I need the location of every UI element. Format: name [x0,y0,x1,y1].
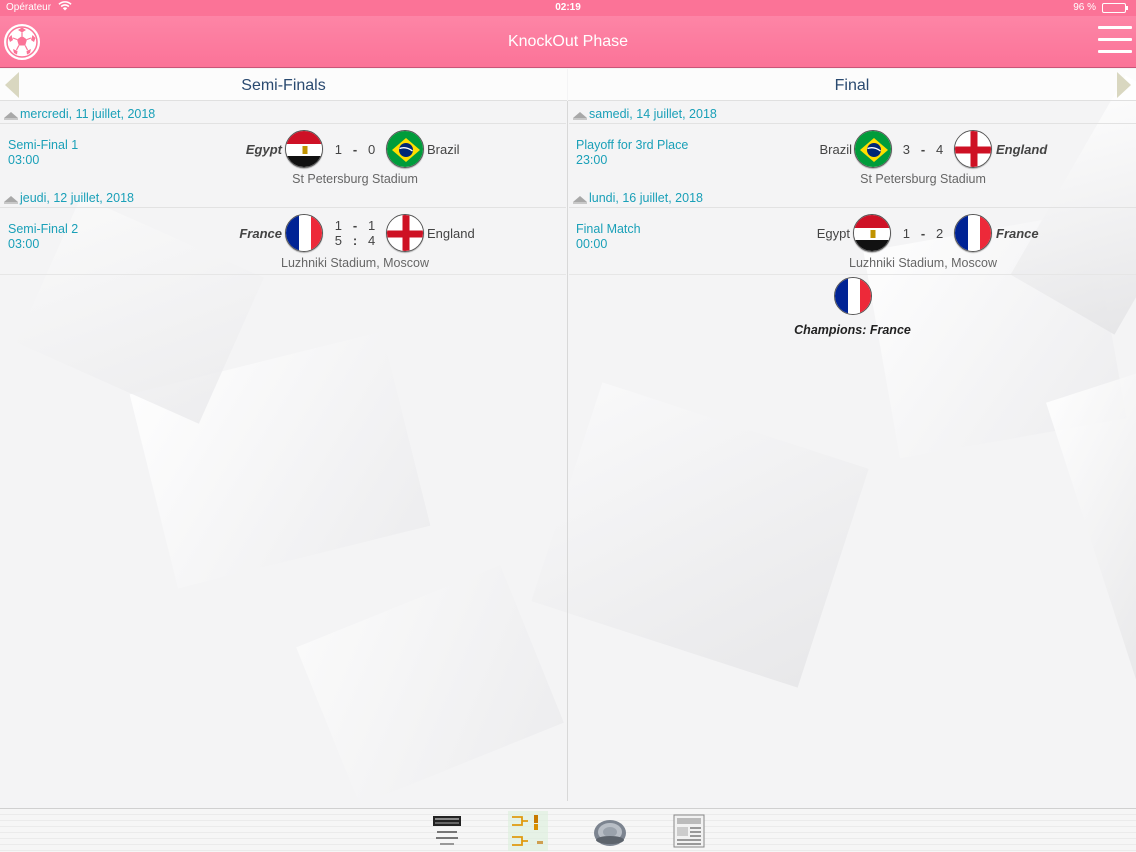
bottom-tab-bar [0,808,1136,852]
france-flag-icon [833,277,872,315]
hamburger-menu-icon[interactable] [1098,26,1132,56]
stadium-name: Luzhniki Stadium, Moscow [849,256,997,270]
date-header[interactable]: mercredi, 11 juillet, 2018 [0,106,566,124]
champion-label: Champions: France [794,323,911,337]
score: 1 - 0 [334,142,376,157]
home-team: Brazil [819,142,852,157]
column-title: Final [834,77,870,94]
date-header[interactable]: jeudi, 12 juillet, 2018 [0,190,566,208]
collapse-triangle-icon [573,112,587,120]
match-name: Final Match 00:00 [576,222,641,251]
home-team: Egypt [245,142,282,157]
home-team: Egypt [816,226,850,241]
next-arrow-icon[interactable] [1117,72,1131,98]
home-team: France [239,226,282,241]
clock: 02:19 [555,2,581,13]
battery-icon [1102,3,1128,13]
collapse-triangle-icon [573,196,587,204]
column-title: Semi-Finals [241,77,326,94]
brazil-flag-icon [386,130,424,168]
score: 1 - 2 [902,226,944,241]
stadium-name: St Petersburg Stadium [860,172,986,186]
match-name: Semi-Final 1 03:00 [8,138,79,167]
england-flag-icon [954,130,992,168]
match-name: Playoff for 3rd Place 23:00 [576,138,689,167]
match-row-semi-final-1[interactable]: Semi-Final 1 03:00 Egypt 1 - 0 Brazil St… [0,130,566,196]
away-team: Brazil [427,142,460,157]
france-flag-icon [954,214,992,252]
row-divider [569,274,1136,275]
france-flag-icon [285,214,323,252]
collapse-triangle-icon [4,112,18,120]
column-header-final: Final [568,69,1136,101]
news-icon[interactable] [670,811,710,851]
match-name: Semi-Final 2 03:00 [8,222,79,251]
brazil-flag-icon [854,130,892,168]
match-row-final[interactable]: Final Match 00:00 Egypt 1 - 2 France Luz… [568,214,1136,280]
match-row-semi-final-2[interactable]: Semi-Final 2 03:00 France 1 - 1 5 : 4 En… [0,214,566,280]
stadium-name: Luzhniki Stadium, Moscow [281,256,429,270]
column-divider [567,101,568,801]
bracket-icon[interactable] [508,811,548,851]
egypt-flag-icon [853,214,891,252]
england-flag-icon [386,214,424,252]
away-team: England [427,226,475,241]
row-divider [0,274,566,275]
date-header[interactable]: lundi, 16 juillet, 2018 [569,190,1136,208]
nav-bar: KnockOut Phase [0,16,1136,68]
away-team: England [996,142,1048,157]
page-title: KnockOut Phase [507,33,629,50]
stadium-name: St Petersburg Stadium [292,172,418,186]
column-header-semi-finals: Semi-Finals [0,69,567,101]
champion-block: Champions: France [780,277,925,337]
match-row-third-place[interactable]: Playoff for 3rd Place 23:00 Brazil 3 - 4… [568,130,1136,196]
previous-arrow-icon[interactable] [5,72,19,98]
away-team: France [996,226,1039,241]
egypt-flag-icon [285,130,323,168]
winner-scoreboard-icon[interactable] [428,811,468,851]
status-bar: Opérateur 02:19 96 % [0,0,1136,16]
collapse-triangle-icon [4,196,18,204]
score: 1 - 1 5 : 4 [334,218,376,248]
stadium-icon[interactable] [590,811,630,851]
battery-percent: 96 % [1073,2,1096,13]
knockout-content: Semi-Finals Final mercredi, 11 juillet, … [0,69,1136,809]
score: 3 - 4 [902,142,944,157]
date-header[interactable]: samedi, 14 juillet, 2018 [569,106,1136,124]
